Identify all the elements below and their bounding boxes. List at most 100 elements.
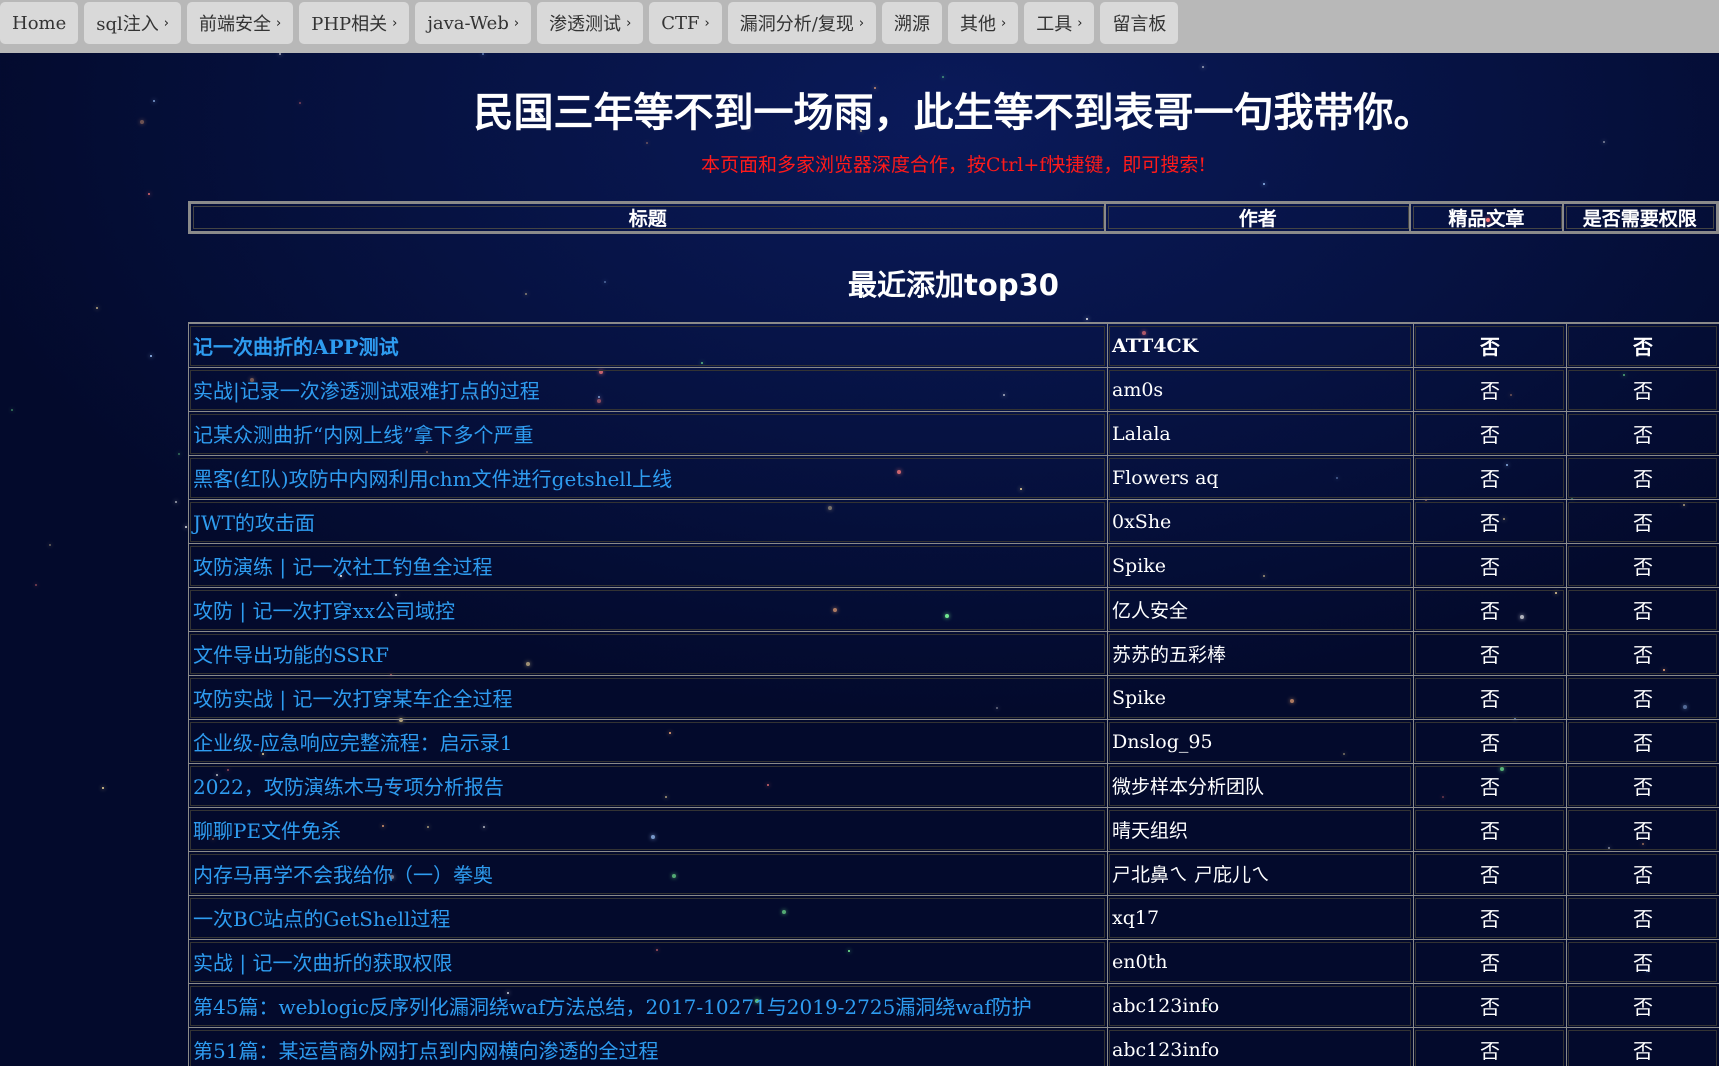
table-row: JWT的攻击面 0xShe 否否 [188,500,1719,544]
star-dot [482,53,484,55]
article-permission: 否 [1566,588,1719,632]
article-author: am0s [1107,368,1413,412]
star-dot [102,787,104,789]
table-row: 第51篇：某运营商外网打点到内网横向渗透的全过程 abc123info 否否 [188,1028,1719,1066]
table-row: 记某众测曲折“内网上线”拿下多个严重 Lalala 否否 [188,412,1719,456]
nav-item-6[interactable]: CTF › [649,2,722,44]
nav-item-8[interactable]: 溯源 [882,2,943,44]
star-dot [279,53,281,55]
star-dot [1263,183,1265,185]
article-title-link[interactable]: 记某众测曲折“内网上线”拿下多个严重 [193,419,533,448]
article-author: abc123info [1107,1028,1413,1066]
article-title-cell: 企业级-应急响应完整流程：启示录1 [188,720,1107,764]
article-title-link[interactable]: 一次BC站点的GetShell过程 [193,903,450,932]
search-hint: 本页面和多家浏览器深度合作，按Ctrl+f快捷键，即可搜索! [701,154,1206,176]
nav-item-9[interactable]: 其他 › [948,2,1019,44]
article-title-link[interactable]: JWT的攻击面 [193,507,315,536]
article-title-link[interactable]: 聊聊PE文件免杀 [193,815,341,844]
nav-item-10[interactable]: 工具 › [1024,2,1095,44]
star-dot [1603,141,1605,143]
article-author: ㄕ北鼻ㄟ ㄕ庇儿ㄟ [1107,852,1413,896]
article-permission: 否 [1566,852,1719,896]
table-row: 聊聊PE文件免杀 晴天组织否否 [188,808,1719,852]
table-row: 实战 | 记一次曲折的获取权限 en0th 否否 [188,940,1719,984]
star-dot [11,409,13,411]
article-title-link[interactable]: 企业级-应急响应完整流程：启示录1 [193,727,512,756]
article-title-cell: 黑客(红队)攻防中内网利用chm文件进行getshell上线 [188,456,1107,500]
star-dot [178,453,180,455]
nav-item-0[interactable]: Home [0,2,79,44]
article-author: en0th [1107,940,1413,984]
nav-item-1[interactable]: sql注入 › [84,2,181,44]
article-title-link[interactable]: 文件导出功能的SSRF [193,639,389,668]
article-title-link[interactable]: 第51篇：某运营商外网打点到内网横向渗透的全过程 [193,1035,658,1064]
article-title-cell: 记某众测曲折“内网上线”拿下多个严重 [188,412,1107,456]
article-permission: 否 [1566,368,1719,412]
article-premium: 否 [1413,676,1566,720]
star-dot [35,584,37,586]
chevron-right-icon: › [1077,15,1083,31]
star-dot [140,120,144,124]
section-title: 最近添加top30 [848,268,1059,302]
article-title-link[interactable]: 实战 | 记一次曲折的获取权限 [193,947,452,976]
star-dot [1202,66,1204,68]
table-row: 文件导出功能的SSRF 苏苏的五彩棒否否 [188,632,1719,676]
article-author: Lalala [1107,412,1413,456]
header-permission: 是否需要权限 [1564,204,1716,231]
nav-item-7[interactable]: 漏洞分析/复现 › [727,2,877,44]
article-title-link[interactable]: 2022，攻防演练木马专项分析报告 [193,771,504,800]
article-author: 苏苏的五彩棒 [1107,632,1413,676]
nav-item-label: 溯源 [894,14,931,35]
nav-item-5[interactable]: 渗透测试 › [537,2,644,44]
article-premium: 否 [1413,1028,1566,1066]
table-row: 实战|记录一次渗透测试艰难打点的过程 am0s 否否 [188,368,1719,412]
article-permission: 否 [1566,500,1719,544]
page-title: 民国三年等不到一场雨，此生等不到表哥一句我带你。 [473,90,1434,136]
article-premium: 否 [1413,852,1566,896]
article-author: Spike [1107,544,1413,588]
table-row: 第45篇：weblogic反序列化漏洞绕waf方法总结，2017-10271与2… [188,984,1719,1028]
header-author: 作者 [1106,204,1412,231]
article-premium: 否 [1413,984,1566,1028]
article-permission: 否 [1566,720,1719,764]
chevron-right-icon: › [704,15,710,31]
article-permission: 否 [1566,940,1719,984]
article-permission: 否 [1566,324,1719,368]
table-row: 攻防 | 记一次打穿xx公司域控 亿人安全否否 [188,588,1719,632]
nav-item-4[interactable]: java-Web › [415,2,532,44]
article-title-link[interactable]: 黑客(红队)攻防中内网利用chm文件进行getshell上线 [193,463,672,492]
nav-item-label: 前端安全 [199,14,271,35]
article-title-link[interactable]: 攻防 | 记一次打穿xx公司域控 [193,595,455,624]
article-title-cell: JWT的攻击面 [188,500,1107,544]
article-title-link[interactable]: 攻防演练 | 记一次社工钓鱼全过程 [193,551,492,580]
article-title-cell: 内存马再学不会我给你（一）拳奥 [188,852,1107,896]
nav-item-3[interactable]: PHP相关 › [299,2,410,44]
article-premium: 否 [1413,808,1566,852]
article-title-link[interactable]: 记一次曲折的APP测试 [193,331,399,360]
star-dot [150,355,152,357]
article-premium: 否 [1413,368,1566,412]
nav-item-11[interactable]: 留言板 [1100,2,1179,44]
article-title-link[interactable]: 攻防实战 | 记一次打穿某车企全过程 [193,683,512,712]
article-permission: 否 [1566,896,1719,940]
article-title-cell: 记一次曲折的APP测试 [188,324,1107,368]
article-premium: 否 [1413,324,1566,368]
article-permission: 否 [1566,808,1719,852]
article-author: 微步样本分析团队 [1107,764,1413,808]
chevron-right-icon: › [513,15,520,31]
article-title-cell: 聊聊PE文件免杀 [188,808,1107,852]
article-premium: 否 [1413,544,1566,588]
nav-item-2[interactable]: 前端安全 › [187,2,294,44]
article-author: Spike [1107,676,1413,720]
article-title-link[interactable]: 实战|记录一次渗透测试艰难打点的过程 [193,375,540,404]
article-title-link[interactable]: 第45篇：weblogic反序列化漏洞绕waf方法总结，2017-10271与2… [193,991,1032,1020]
article-author: Dnslog_95 [1107,720,1413,764]
article-premium: 否 [1413,500,1566,544]
star-dot [942,76,944,78]
article-title-cell: 攻防演练 | 记一次社工钓鱼全过程 [188,544,1107,588]
table-row: 攻防实战 | 记一次打穿某车企全过程 Spike 否否 [188,676,1719,720]
nav-item-label: sql注入 [96,14,159,35]
nav-item-label: CTF [661,12,700,34]
article-permission: 否 [1566,984,1719,1028]
article-title-link[interactable]: 内存马再学不会我给你（一）拳奥 [193,859,493,888]
